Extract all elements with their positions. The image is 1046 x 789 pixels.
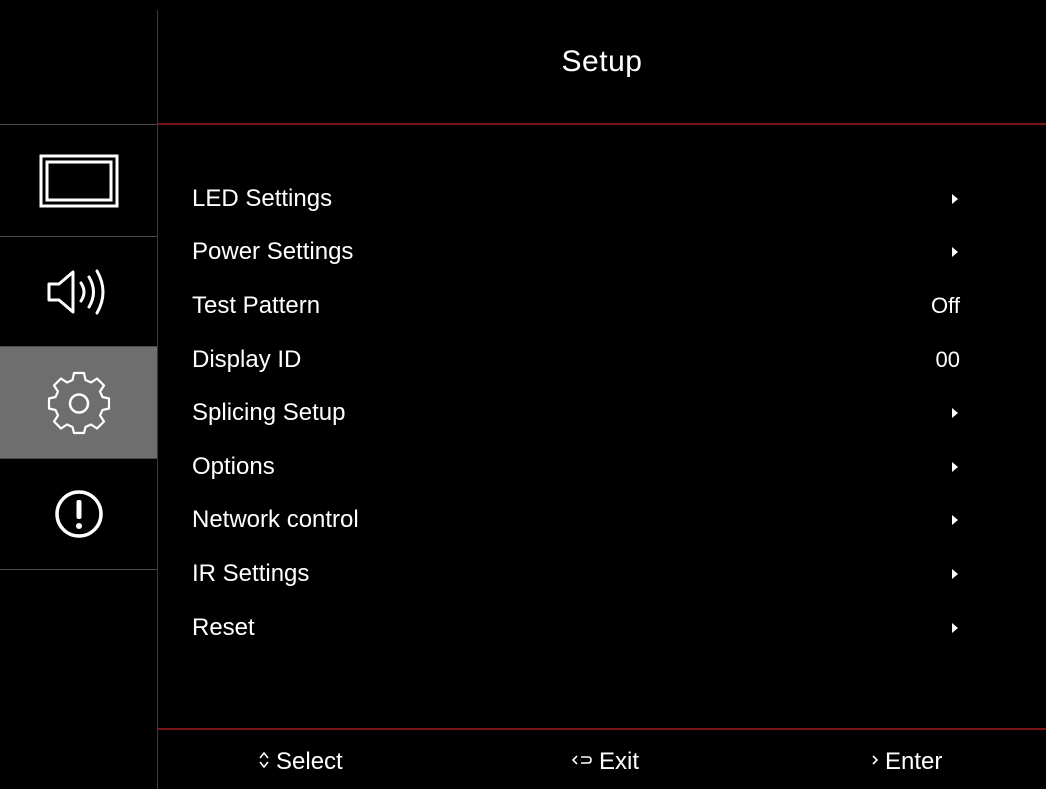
chevron-right-icon — [871, 753, 879, 771]
menu-item-label: Test Pattern — [192, 291, 321, 319]
menu-item-label: Splicing Setup — [192, 399, 346, 427]
menu-item[interactable]: Display ID 00 — [192, 333, 962, 387]
menu-item-label: Reset — [192, 613, 255, 641]
submenu-arrow-icon — [952, 247, 958, 258]
footer-enter-hint: Enter — [871, 748, 942, 776]
speaker-icon — [47, 269, 104, 314]
display-icon — [39, 154, 118, 207]
menu-item-label: IR Settings — [192, 559, 310, 587]
menu-item-label: LED Settings — [192, 184, 333, 212]
menu-item[interactable]: Network control — [192, 494, 962, 548]
submenu-arrow-icon — [952, 193, 958, 204]
tab-display[interactable] — [0, 124, 157, 236]
menu-item[interactable]: LED Settings — [192, 172, 962, 226]
menu-item[interactable]: Test Pattern Off — [192, 279, 962, 333]
footer-exit-label: Exit — [599, 748, 640, 775]
sidebar-divider — [157, 10, 158, 789]
footer-divider — [158, 728, 1046, 730]
menu-item[interactable]: Options — [192, 440, 962, 494]
submenu-arrow-icon — [952, 461, 958, 472]
menu-item[interactable]: Power Settings — [192, 226, 962, 280]
submenu-arrow-icon — [952, 568, 958, 579]
menu-item-value: Off — [931, 292, 960, 318]
page-title: Setup — [561, 45, 643, 78]
updown-icon — [258, 751, 270, 774]
footer-exit-hint: Exit — [571, 748, 639, 776]
menu-item-label: Power Settings — [192, 238, 354, 266]
menu-item-label: Options — [192, 452, 275, 480]
footer-enter-label: Enter — [885, 748, 943, 775]
menu-item-label: Display ID — [192, 345, 302, 373]
tab-information[interactable] — [0, 458, 157, 570]
gear-icon — [47, 371, 110, 434]
setup-menu: LED Settings Power Settings Test Pattern Of… — [192, 172, 962, 654]
sidebar — [0, 0, 157, 789]
header-divider — [158, 123, 1046, 125]
menu-item[interactable]: IR Settings — [192, 547, 962, 601]
return-icon — [571, 753, 593, 772]
submenu-arrow-icon — [952, 622, 958, 633]
menu-item[interactable]: Reset — [192, 601, 962, 655]
footer-select-hint: Select — [258, 748, 343, 776]
tab-setup[interactable] — [0, 346, 157, 458]
menu-item-label: Network control — [192, 506, 359, 534]
menu-item-value: 00 — [935, 346, 960, 372]
submenu-arrow-icon — [952, 515, 958, 526]
tab-audio[interactable] — [0, 236, 157, 346]
info-icon — [54, 490, 103, 538]
footer-select-label: Select — [276, 748, 343, 775]
menu-item[interactable]: Splicing Setup — [192, 386, 962, 440]
submenu-arrow-icon — [952, 408, 958, 419]
